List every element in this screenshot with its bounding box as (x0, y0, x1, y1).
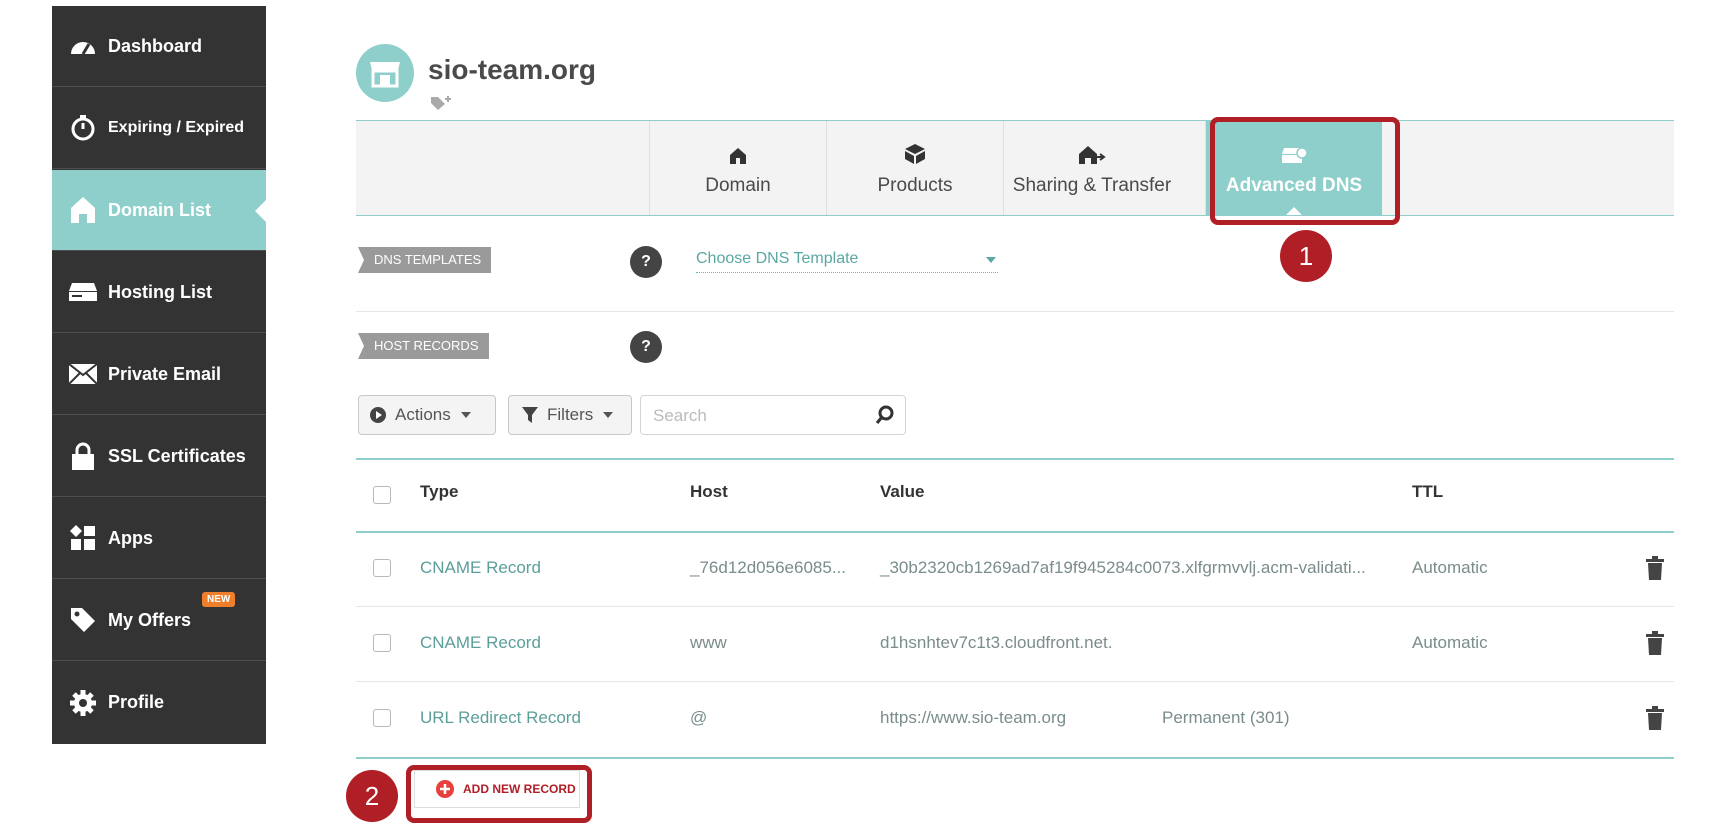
add-new-record-button[interactable]: ADD NEW RECORD (414, 770, 580, 808)
chevron-down-icon (603, 412, 614, 418)
record-host[interactable]: @ (690, 708, 707, 728)
record-type[interactable]: URL Redirect Record (420, 708, 581, 728)
sidebar-item-label: My Offers (108, 609, 192, 630)
plus-circle-icon (435, 779, 455, 799)
row-checkbox[interactable] (373, 559, 391, 577)
sidebar-item-expiring[interactable]: Expiring / Expired (52, 88, 266, 169)
actions-dropdown[interactable]: Actions (358, 395, 496, 435)
server-icon (68, 277, 98, 307)
page-title: sio-team.org (428, 54, 597, 85)
sidebar-item-label: Apps (108, 527, 153, 548)
tab-label: Sharing & Transfer (1012, 175, 1172, 196)
search-input[interactable] (651, 405, 855, 427)
sidebar-item-private-email[interactable]: Private Email (52, 334, 266, 415)
filters-dropdown[interactable]: Filters (508, 395, 632, 435)
tab-label: Domain (705, 175, 771, 196)
sidebar-item-label: Domain List (108, 199, 212, 220)
row-checkbox[interactable] (373, 709, 391, 727)
row-checkbox[interactable] (373, 634, 391, 652)
home-arrow-icon (1078, 139, 1106, 165)
host-records-help[interactable]: ? (630, 331, 662, 363)
host-records-label: HOST RECORDS (358, 333, 489, 359)
divider (356, 606, 1674, 607)
search-field (640, 395, 906, 435)
sidebar-item-label: Dashboard (108, 35, 203, 56)
sidebar: Dashboard Expiring / Expired Domain List… (52, 6, 266, 744)
add-tag-icon[interactable] (430, 96, 452, 115)
dns-template-select[interactable]: Choose DNS Template (696, 246, 998, 273)
chevron-down-icon (460, 412, 471, 418)
sidebar-item-label: Private Email (108, 363, 222, 384)
add-new-record-label: ADD NEW RECORD (463, 782, 576, 796)
highlight-box-advanced-dns (1210, 117, 1400, 225)
record-ttl[interactable]: Automatic (1412, 558, 1488, 578)
tab-label: Products (877, 175, 953, 196)
box-icon (904, 139, 926, 165)
tab-sharing-transfer[interactable]: Sharing & Transfer (1003, 121, 1180, 215)
sidebar-item-label: Hosting List (108, 281, 212, 302)
column-header-value: Value (880, 482, 925, 501)
play-circle-icon (369, 406, 387, 424)
dns-templates-help[interactable]: ? (630, 246, 662, 278)
divider (356, 681, 1674, 682)
dns-templates-label: DNS TEMPLATES (358, 247, 492, 273)
table-bottom-border (356, 757, 1674, 759)
home-icon (68, 195, 98, 225)
record-ttl[interactable]: Automatic (1412, 633, 1488, 653)
sidebar-item-hosting-list[interactable]: Hosting List (52, 252, 266, 333)
record-host[interactable]: _76d12d056e6085... (690, 558, 846, 578)
trash-icon[interactable] (1646, 556, 1664, 585)
column-header-host: Host (690, 482, 728, 501)
column-header-ttl: TTL (1412, 482, 1444, 501)
envelope-icon (68, 359, 98, 389)
table-top-border (356, 458, 1674, 460)
record-value[interactable]: _30b2320cb1269ad7af19f945284c0073.xlfgrm… (880, 558, 1366, 578)
sidebar-item-label: Profile (108, 692, 165, 712)
sidebar-item-ssl[interactable]: SSL Certificates (52, 416, 266, 497)
tab-products[interactable]: Products (826, 121, 1003, 215)
tab-domain[interactable]: Domain (649, 121, 826, 215)
chevron-down-icon (986, 257, 996, 263)
step-1-marker: 1 (1280, 230, 1332, 282)
trash-icon[interactable] (1646, 631, 1664, 660)
record-value[interactable]: https://www.sio-team.org (880, 708, 1066, 728)
sidebar-item-domain-list[interactable]: Domain List (52, 170, 266, 251)
sidebar-item-my-offers[interactable]: My Offers NEW (52, 580, 266, 661)
speedometer-icon (68, 31, 98, 61)
tag-icon (68, 605, 98, 635)
filter-icon (521, 406, 539, 424)
sidebar-item-label: SSL Certificates (108, 445, 246, 466)
table-header-border (356, 531, 1674, 533)
record-type[interactable]: CNAME Record (420, 558, 541, 578)
select-all-checkbox[interactable] (373, 486, 391, 504)
actions-label: Actions (395, 405, 451, 424)
record-host[interactable]: www (690, 633, 727, 653)
record-redirect-type[interactable]: Permanent (301) (1162, 708, 1290, 728)
gear-icon (68, 688, 98, 718)
record-type[interactable]: CNAME Record (420, 633, 541, 653)
trash-icon[interactable] (1646, 706, 1664, 735)
sidebar-item-apps[interactable]: Apps (52, 498, 266, 579)
timer-icon (68, 113, 98, 143)
apps-grid-icon (68, 523, 98, 553)
step-2-marker: 2 (346, 770, 398, 822)
new-badge: NEW (202, 592, 236, 607)
search-icon[interactable] (875, 405, 895, 430)
storefront-icon (356, 44, 414, 102)
column-header-type: Type (420, 482, 459, 501)
lock-icon (68, 441, 98, 471)
divider (356, 311, 1674, 312)
record-value[interactable]: d1hsnhtev7c1t3.cloudfront.net. (880, 633, 1113, 653)
sidebar-item-dashboard[interactable]: Dashboard (52, 6, 266, 87)
sidebar-item-label: Expiring / Expired (108, 119, 245, 136)
filters-label: Filters (547, 405, 594, 424)
tab-bar: Domain Products Sharing & Transfer Advan… (356, 120, 1674, 216)
dns-template-select-value: Choose DNS Template (696, 250, 859, 267)
home-icon (729, 139, 747, 165)
sidebar-item-profile[interactable]: Profile (52, 662, 266, 743)
